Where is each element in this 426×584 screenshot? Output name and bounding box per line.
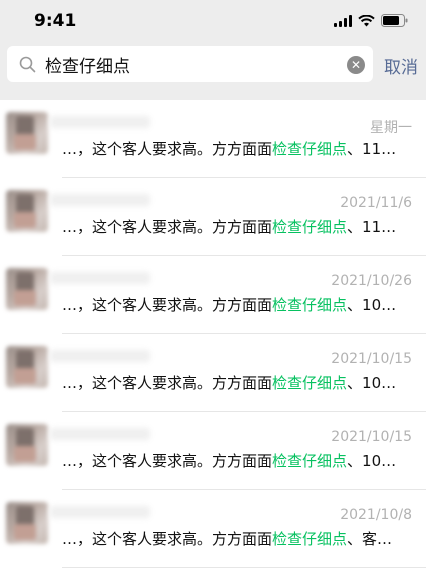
contact-name-blurred [50,350,150,362]
avatar [6,190,48,232]
contact-name-blurred [50,194,150,206]
signal-icon [334,14,352,27]
list-item[interactable]: 2021/11/6 …，这个客人要求高。方方面面检查仔细点、11… [0,178,426,256]
clear-icon[interactable]: ✕ [347,56,365,74]
snippet-keyword: 检查仔细点 [272,296,348,314]
avatar [6,424,48,466]
snippet-keyword: 检查仔细点 [272,218,348,236]
snippet-keyword: 检查仔细点 [272,140,348,158]
status-icons [334,14,408,27]
contact-name-blurred [50,272,150,284]
snippet-suffix: 、11… [347,218,397,236]
search-box[interactable]: ✕ [7,46,373,82]
snippet-prefix: …，这个客人要求高。方方面面 [62,140,273,158]
list-item[interactable]: 星期一 …，这个客人要求高。方方面面检查仔细点、11… [0,100,426,178]
snippet-prefix: …，这个客人要求高。方方面面 [62,452,273,470]
cancel-button[interactable]: 取消 [384,53,418,78]
wifi-icon [358,14,375,27]
snippet-suffix: 、10… [347,452,397,470]
snippet-suffix: 、11… [347,140,397,158]
snippet-prefix: …，这个客人要求高。方方面面 [62,530,273,548]
avatar [6,502,48,544]
list-item[interactable]: 2021/10/8 …，这个客人要求高。方方面面检查仔细点、客… [0,490,426,568]
snippet-suffix: 、10… [347,296,397,314]
list-item[interactable]: 2021/10/26 …，这个客人要求高。方方面面检查仔细点、10… [0,256,426,334]
result-date: 2021/10/15 [331,429,412,445]
snippet-suffix: 、客… [347,530,393,548]
result-snippet: …，这个客人要求高。方方面面检查仔细点、10… [62,294,412,315]
snippet-suffix: 、10… [347,374,397,392]
snippet-keyword: 检查仔细点 [272,452,348,470]
result-snippet: …，这个客人要求高。方方面面检查仔细点、10… [62,450,412,471]
result-date: 2021/10/26 [331,273,412,289]
snippet-keyword: 检查仔细点 [272,374,348,392]
list-item[interactable]: 2021/10/15 …，这个客人要求高。方方面面检查仔细点、10… [0,334,426,412]
result-date: 2021/10/15 [331,351,412,367]
snippet-keyword: 检查仔细点 [272,530,348,548]
contact-name-blurred [50,428,150,440]
search-results-list: 星期一 …，这个客人要求高。方方面面检查仔细点、11… 2021/11/6 …，… [0,100,426,568]
result-date: 星期一 [370,120,412,136]
contact-name-blurred [50,116,150,128]
contact-name-blurred [50,506,150,518]
avatar [6,112,48,154]
status-bar: 9:41 [0,0,426,44]
avatar [6,346,48,388]
result-snippet: …，这个客人要求高。方方面面检查仔细点、10… [62,372,412,393]
status-time: 9:41 [34,11,77,31]
section-gap [0,84,426,100]
result-snippet: …，这个客人要求高。方方面面检查仔细点、11… [62,216,412,237]
list-item[interactable]: 2021/10/15 …，这个客人要求高。方方面面检查仔细点、10… [0,412,426,490]
result-snippet: …，这个客人要求高。方方面面检查仔细点、11… [62,138,412,159]
search-input[interactable] [45,53,335,75]
search-bar: ✕ 取消 [0,44,426,84]
result-date: 2021/10/8 [340,507,412,523]
result-date: 2021/11/6 [340,195,412,211]
snippet-prefix: …，这个客人要求高。方方面面 [62,296,273,314]
battery-icon [381,14,408,27]
avatar [6,268,48,310]
snippet-prefix: …，这个客人要求高。方方面面 [62,374,273,392]
result-snippet: …，这个客人要求高。方方面面检查仔细点、客… [62,528,412,549]
snippet-prefix: …，这个客人要求高。方方面面 [62,218,273,236]
search-icon [19,56,36,77]
